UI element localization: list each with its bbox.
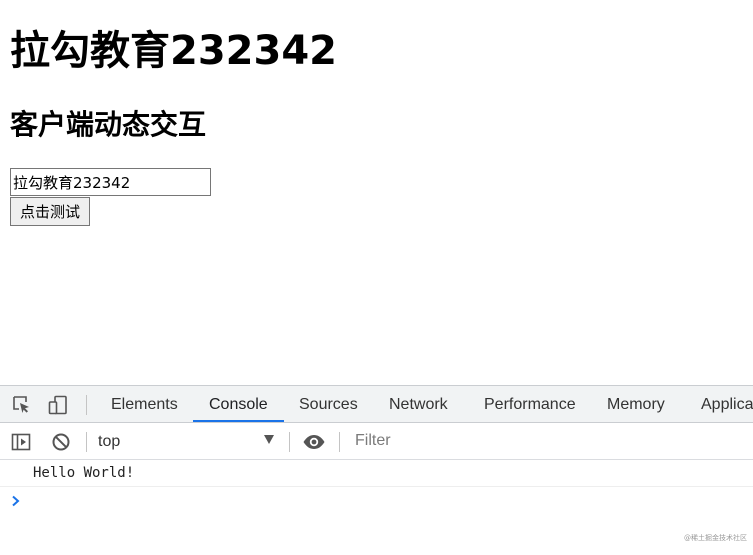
context-selector-value: top — [98, 433, 121, 450]
chevron-down-icon[interactable] — [264, 435, 274, 444]
tab-sources[interactable]: Sources — [299, 386, 358, 422]
console-prompt-icon[interactable] — [10, 493, 24, 509]
toolbar-separator — [289, 432, 290, 452]
toolbar-separator — [86, 432, 87, 452]
tab-network[interactable]: Network — [389, 386, 448, 422]
inspect-element-icon[interactable] — [12, 395, 32, 415]
test-button[interactable]: 点击测试 — [10, 197, 91, 226]
console-toolbar: top — [0, 423, 753, 460]
devtools-panel: Elements Console Sources Network Perform… — [0, 385, 753, 555]
toolbar-separator — [86, 395, 87, 415]
toolbar-separator — [339, 432, 340, 452]
device-toolbar-icon[interactable] — [48, 395, 68, 415]
context-selector[interactable]: top — [98, 423, 278, 459]
text-input[interactable] — [10, 168, 211, 196]
tab-memory[interactable]: Memory — [607, 386, 665, 422]
tab-performance[interactable]: Performance — [484, 386, 576, 422]
tab-elements[interactable]: Elements — [111, 386, 178, 422]
page-heading: 拉勾教育232342 — [10, 28, 337, 74]
clear-console-icon[interactable] — [51, 432, 71, 452]
filter-input[interactable] — [349, 427, 753, 455]
console-message-text: Hello World! — [33, 465, 135, 481]
sidebar-toggle-icon[interactable] — [11, 432, 31, 452]
tab-console[interactable]: Console — [209, 386, 268, 422]
page-content: 拉勾教育232342 客户端动态交互 点击测试 — [10, 0, 750, 385]
page: 拉勾教育232342 客户端动态交互 点击测试 — [0, 0, 753, 555]
page-subheading: 客户端动态交互 — [10, 108, 207, 141]
tab-application[interactable]: Applica — [701, 386, 753, 422]
eye-icon[interactable] — [302, 432, 326, 452]
active-tab-indicator — [193, 420, 284, 422]
console-message: Hello World! — [0, 460, 753, 487]
watermark: @稀土掘金技术社区 — [684, 534, 747, 542]
console-output: Hello World! — [0, 460, 753, 555]
devtools-tabbar: Elements Console Sources Network Perform… — [0, 386, 753, 423]
